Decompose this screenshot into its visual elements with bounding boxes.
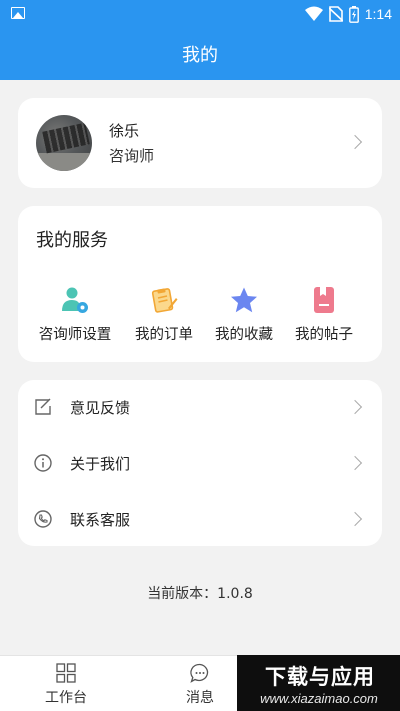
service-label: 我的订单 (135, 327, 193, 343)
menu-item-label: 关于我们 (70, 455, 131, 473)
menu-item-label: 联系客服 (70, 511, 131, 529)
battery-icon (348, 5, 359, 23)
service-label: 咨询师设置 (38, 327, 112, 343)
services-title: 我的服务 (36, 230, 108, 251)
menu-item-contact-support[interactable]: 联系客服 (18, 492, 382, 546)
menu-item-label: 意见反馈 (70, 399, 131, 417)
status-icons: 1:14 (304, 5, 392, 23)
chevron-right-icon (347, 134, 363, 150)
service-label: 我的收藏 (215, 327, 273, 343)
no-sim-icon (328, 6, 343, 22)
avatar (36, 115, 92, 171)
services-card: 我的服务 咨询师设置 我的订单 我的收藏 我的帖子 (18, 206, 382, 362)
menu-item-about-us[interactable]: 关于我们 (18, 436, 382, 490)
grid-icon (56, 663, 76, 683)
chevron-right-icon (347, 399, 363, 415)
profile-card[interactable]: 徐乐 咨询师 (18, 98, 382, 188)
app-version: 当前版本：1.0.8 (147, 586, 253, 602)
status-time: 1:14 (364, 6, 392, 22)
watermark: 下载与应用 www.xiazaimao.com (237, 655, 400, 711)
star-icon (231, 287, 257, 313)
counselor-settings-icon (62, 287, 88, 313)
watermark-title: 下载与应用 (265, 665, 375, 689)
profile-role: 咨询师 (109, 147, 155, 165)
image-notification-icon (11, 7, 25, 19)
phone-icon (34, 510, 52, 528)
info-icon (34, 454, 52, 472)
page-title: 我的 (182, 45, 218, 66)
message-icon (190, 663, 209, 683)
service-label: 我的帖子 (295, 327, 353, 343)
chevron-right-icon (347, 455, 363, 471)
feedback-icon (35, 398, 51, 415)
settings-menu-card: 意见反馈 关于我们 联系客服 (18, 380, 382, 546)
post-icon (314, 287, 334, 313)
page-header: 我的 (0, 28, 400, 80)
watermark-url: www.xiazaimao.com (260, 691, 378, 706)
chevron-right-icon (347, 511, 363, 527)
status-bar: 1:14 (0, 0, 400, 28)
tab-workbench[interactable]: 工作台 (6, 656, 126, 711)
order-icon (151, 288, 178, 313)
tab-label: 工作台 (45, 690, 87, 706)
wifi-icon (304, 6, 323, 21)
profile-name: 徐乐 (109, 122, 140, 140)
menu-item-feedback[interactable]: 意见反馈 (18, 380, 382, 434)
